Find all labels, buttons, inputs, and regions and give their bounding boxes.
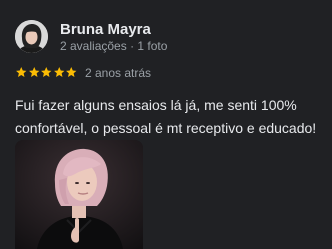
review-photo[interactable]	[15, 140, 143, 249]
avatar-image	[15, 20, 48, 53]
review-date: 2 anos atrás	[85, 66, 152, 80]
review-card: Bruna Mayra 2 avaliações · 1 foto 2 anos…	[0, 0, 332, 249]
review-count: 2 avaliações	[60, 39, 127, 53]
star-icon	[41, 67, 52, 77]
star-icon	[53, 67, 64, 77]
author-meta: 2 avaliações · 1 foto	[60, 39, 167, 53]
review-text: Fui fazer alguns ensaios lá já, me senti…	[15, 97, 317, 136]
avatar[interactable]	[15, 20, 48, 53]
star-icon	[66, 67, 77, 77]
star-icon	[28, 67, 39, 77]
author-name[interactable]: Bruna Mayra	[60, 21, 151, 38]
meta-separator: ·	[130, 39, 135, 53]
star-icon	[16, 67, 27, 77]
review-photo-image	[15, 140, 143, 249]
photo-count: 1 foto	[137, 39, 168, 53]
star-rating	[15, 66, 78, 80]
